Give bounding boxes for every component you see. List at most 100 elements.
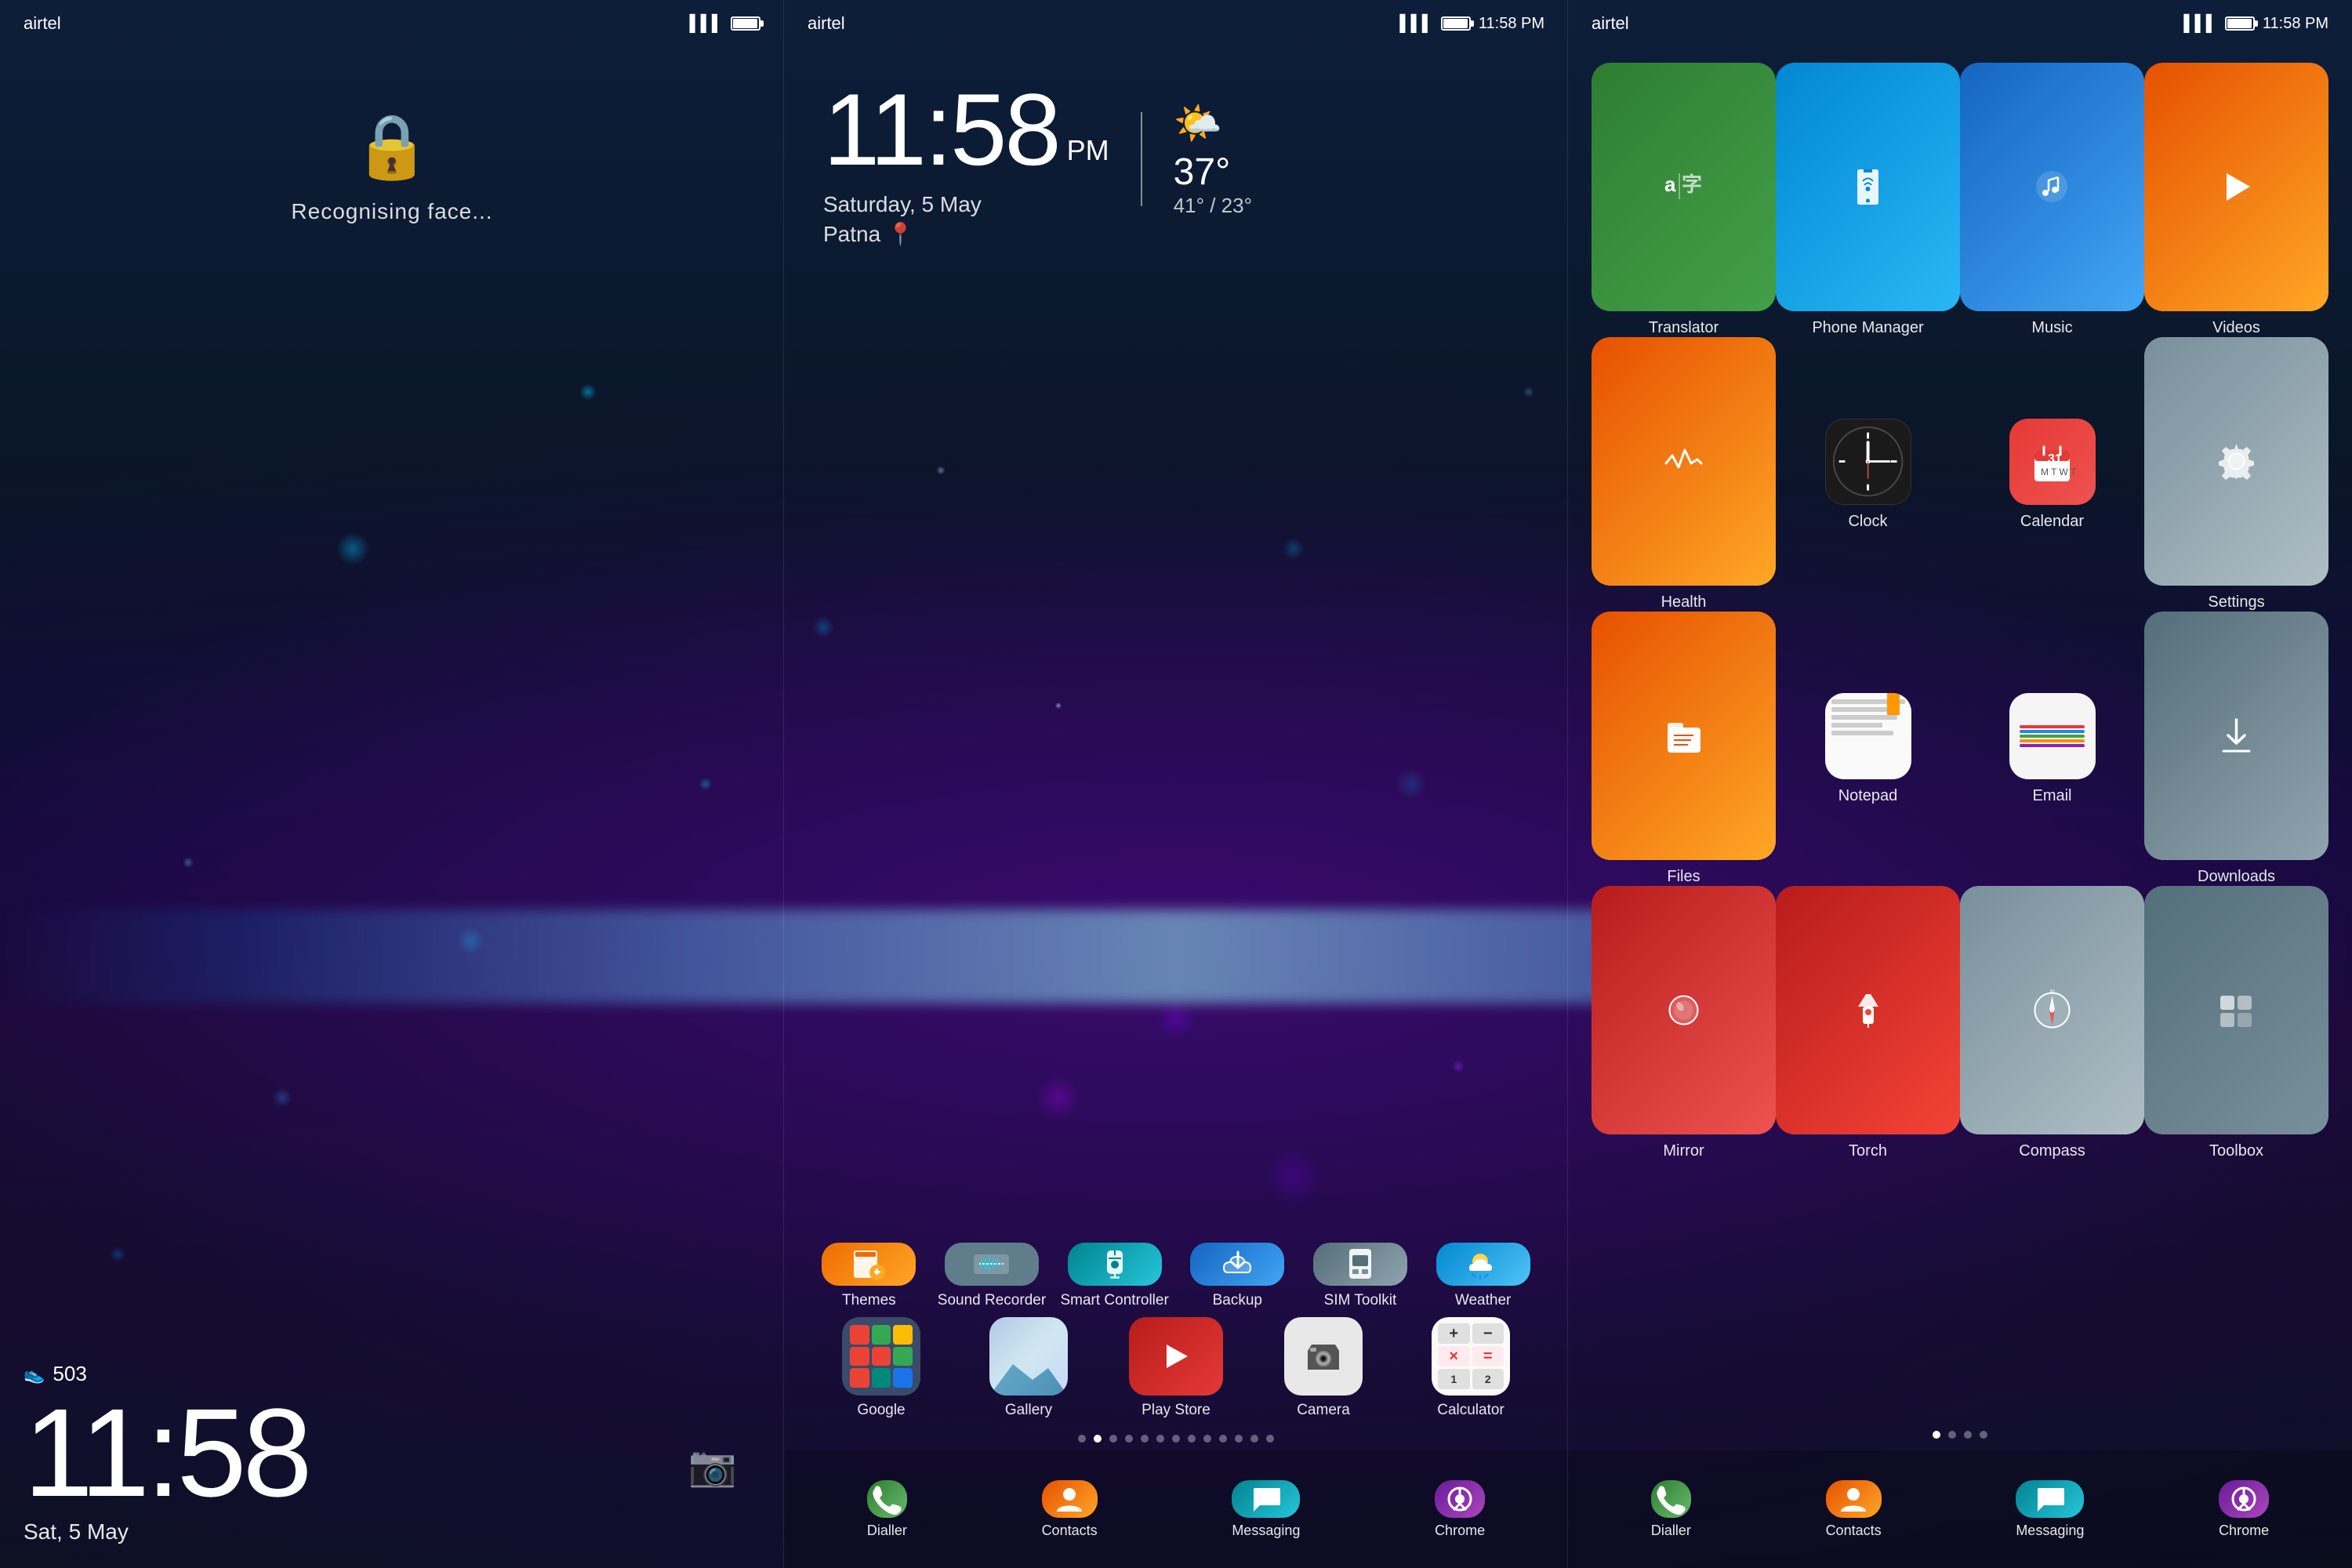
calendar-label: Calendar (2020, 513, 2084, 531)
carrier-panel1: airtel (24, 13, 61, 34)
drawer-calendar[interactable]: 31 M T W T Calendar (1960, 337, 2144, 612)
drawer-videos[interactable]: Videos (2144, 63, 2328, 337)
drawer-translator[interactable]: a 字 Translator (1592, 63, 1776, 337)
sound-recorder-icon[interactable] (945, 1243, 1039, 1286)
smart-controller-icon[interactable] (1068, 1243, 1162, 1286)
app-smart-controller[interactable]: Smart Controller (1068, 1243, 1162, 1309)
drawer-mirror[interactable]: Mirror (1592, 886, 1776, 1160)
app-sim-toolkit[interactable]: SIM Toolkit (1313, 1243, 1407, 1309)
drawer-dock-dialler[interactable]: Dialler (1651, 1480, 1691, 1539)
compass-icon[interactable]: N (1960, 886, 2144, 1134)
drawer-clock[interactable]: Clock (1776, 337, 1960, 612)
dock-dialler-icon[interactable] (867, 1480, 907, 1518)
gallery-label: Gallery (1005, 1402, 1052, 1419)
health-icon[interactable] (1592, 337, 1776, 586)
calendar-icon[interactable]: 31 M T W T (2009, 419, 2096, 505)
phone-manager-icon[interactable] (1776, 63, 1960, 311)
drawer-dock-contacts[interactable]: Contacts (1826, 1480, 1882, 1539)
themes-icon[interactable] (822, 1243, 916, 1286)
drawer-email[interactable]: Email (1960, 612, 2144, 886)
app-camera[interactable]: Camera (1276, 1317, 1370, 1419)
calculator-label: Calculator (1437, 1402, 1504, 1419)
sound-recorder-label: Sound Recorder (938, 1292, 1046, 1309)
battery-icon-panel1 (731, 16, 760, 31)
drawer-files[interactable]: Files (1592, 612, 1776, 886)
app-weather[interactable]: Weather (1436, 1243, 1530, 1309)
time-panel3: 11:58 PM (2263, 15, 2328, 33)
camera-icon[interactable] (1284, 1317, 1363, 1396)
toolbox-icon[interactable] (2144, 886, 2328, 1134)
dot-5 (1141, 1435, 1149, 1443)
translator-icon[interactable]: a 字 (1592, 63, 1776, 311)
sim-toolkit-icon[interactable] (1313, 1243, 1407, 1286)
signal-icon-panel2: ▌▌▌ (1399, 15, 1433, 33)
clock-icon[interactable] (1825, 419, 1911, 505)
dock-dialler[interactable]: Dialler (867, 1480, 907, 1539)
notepad-icon[interactable] (1825, 693, 1911, 779)
clock-label: Clock (1848, 513, 1887, 531)
drawer-settings[interactable]: Settings (2144, 337, 2328, 612)
backup-icon[interactable] (1190, 1243, 1284, 1286)
app-gallery[interactable]: Gallery (982, 1317, 1076, 1419)
google-icon[interactable] (842, 1317, 920, 1396)
torch-icon[interactable] (1776, 886, 1960, 1134)
drawer-dock-chrome[interactable]: Chrome (2219, 1480, 2269, 1539)
mirror-label: Mirror (1663, 1142, 1704, 1160)
smart-controller-label: Smart Controller (1060, 1292, 1168, 1309)
drawer-toolbox[interactable]: Toolbox (2144, 886, 2328, 1160)
drawer-notepad[interactable]: Notepad (1776, 612, 1960, 886)
sim-toolkit-label: SIM Toolkit (1324, 1292, 1397, 1309)
music-icon[interactable] (1960, 63, 2144, 311)
drawer-music[interactable]: Music (1960, 63, 2144, 337)
mirror-icon[interactable] (1592, 886, 1776, 1134)
app-google[interactable]: Google (834, 1317, 928, 1419)
app-sound-recorder[interactable]: Sound Recorder (945, 1243, 1039, 1309)
camera-shortcut[interactable]: 📷 (688, 1443, 737, 1490)
weather-icon[interactable] (1436, 1243, 1530, 1286)
lock-bottom: 👟 503 11:58 Sat, 5 May (0, 1338, 784, 1568)
drawer-phone-manager[interactable]: Phone Manager (1776, 63, 1960, 337)
dot-12 (1250, 1435, 1258, 1443)
drawer-dock-messaging[interactable]: Messaging (2016, 1480, 2084, 1539)
dock-chrome-icon[interactable] (1435, 1480, 1485, 1518)
app-backup[interactable]: Backup (1190, 1243, 1284, 1309)
drawer-dock-messaging-icon[interactable] (2016, 1480, 2084, 1518)
videos-icon[interactable] (2144, 63, 2328, 311)
dock-contacts-icon[interactable] (1042, 1480, 1098, 1518)
panel2-app-grid: Themes (784, 204, 1568, 1435)
dock-messaging-icon[interactable] (1232, 1480, 1300, 1518)
settings-icon[interactable] (2144, 337, 2328, 586)
weather-widget: 🌤️ 37° 41° / 23° (1174, 100, 1252, 218)
downloads-icon[interactable] (2144, 612, 2328, 860)
carrier-panel2: airtel (808, 13, 845, 34)
drawer-dock-dialler-icon[interactable] (1651, 1480, 1691, 1518)
app-themes[interactable]: Themes (822, 1243, 916, 1309)
app-row-1: Themes (808, 1243, 1544, 1309)
calculator-icon[interactable]: + − × = 1 2 (1432, 1317, 1510, 1396)
notepad-label: Notepad (1838, 787, 1898, 805)
dock-messaging[interactable]: Messaging (1232, 1480, 1300, 1539)
compass-label: Compass (2019, 1142, 2085, 1160)
signal-icon-panel1: ▌▌▌ (689, 15, 723, 33)
app-row-2: Google Gallery Pla (808, 1317, 1544, 1419)
app-play-store[interactable]: Play Store (1129, 1317, 1223, 1419)
files-icon[interactable] (1592, 612, 1776, 860)
drawer-dock-chrome-icon[interactable] (2219, 1480, 2269, 1518)
email-icon[interactable] (2009, 693, 2096, 779)
drawer-dock-dialler-label: Dialler (1651, 1523, 1691, 1539)
dot-4 (1125, 1435, 1133, 1443)
play-store-icon[interactable] (1129, 1317, 1223, 1396)
carrier-panel3: airtel (1592, 13, 1629, 34)
translator-label: Translator (1649, 319, 1719, 337)
dock-contacts[interactable]: Contacts (1042, 1480, 1098, 1539)
app-calculator[interactable]: + − × = 1 2 Calculator (1424, 1317, 1518, 1419)
dock-chrome[interactable]: Chrome (1435, 1480, 1485, 1539)
gallery-icon[interactable] (989, 1317, 1068, 1396)
drawer-torch[interactable]: Torch (1776, 886, 1960, 1160)
drawer-compass[interactable]: N Compass (1960, 886, 2144, 1160)
drawer-dock-contacts-icon[interactable] (1826, 1480, 1882, 1518)
drawer-downloads[interactable]: Downloads (2144, 612, 2328, 886)
drawer-app-grid: a 字 Translator Phon (1568, 47, 2352, 1450)
clock-divider (1141, 112, 1142, 206)
drawer-health[interactable]: Health (1592, 337, 1776, 612)
